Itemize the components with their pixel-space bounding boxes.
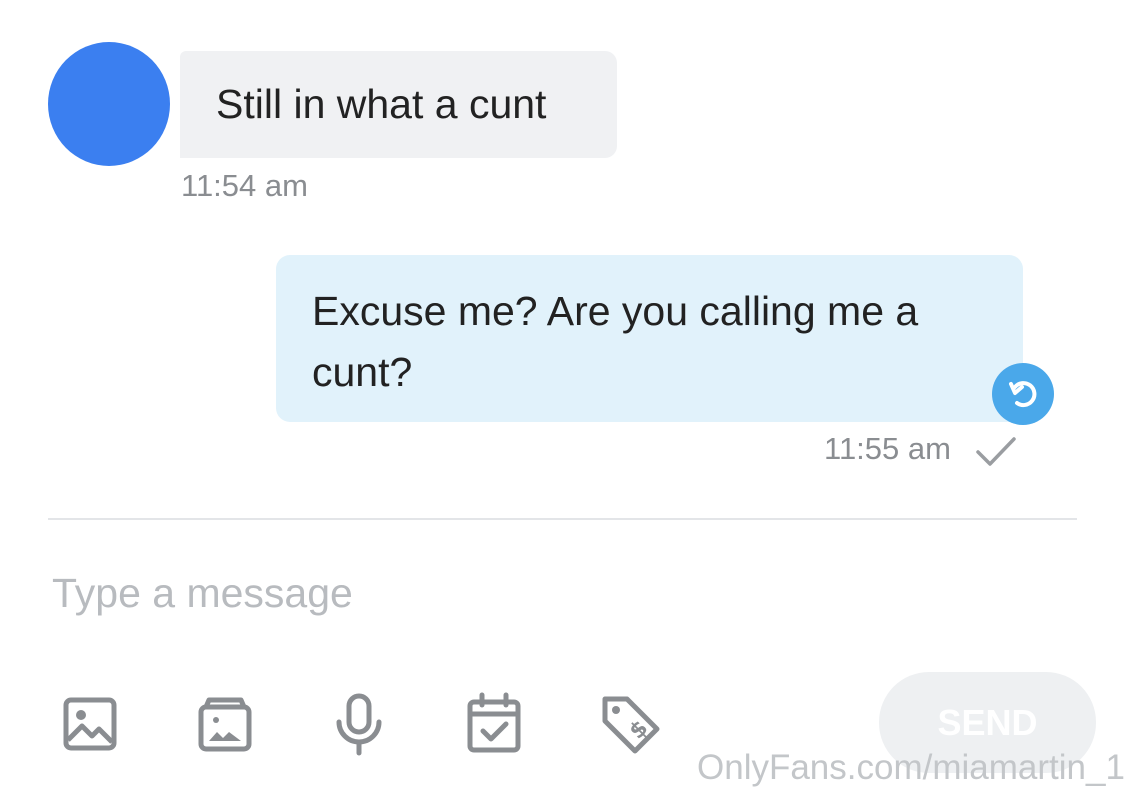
checkmark-icon	[976, 437, 1016, 466]
incoming-message-text: Still in what a cunt	[216, 81, 547, 127]
composer-divider	[48, 518, 1077, 520]
voice-message-button[interactable]	[321, 686, 397, 762]
media-vault-button[interactable]	[187, 686, 263, 762]
message-price-button[interactable]: $	[592, 686, 668, 762]
media-vault-icon	[198, 697, 252, 752]
price-tag-icon: $	[602, 696, 660, 754]
outgoing-message-bubble[interactable]: Excuse me? Are you calling me a cunt?	[276, 255, 1023, 422]
calendar-check-icon	[467, 692, 521, 753]
outgoing-message-text: Excuse me? Are you calling me a cunt?	[312, 288, 919, 395]
incoming-message-time: 11:54 am	[181, 168, 308, 203]
avatar[interactable]	[48, 42, 170, 166]
incoming-message-bubble[interactable]: Still in what a cunt	[180, 51, 617, 158]
chat-screen: Still in what a cunt 11:54 am Excuse me?…	[0, 0, 1125, 795]
microphone-icon	[336, 693, 382, 756]
undo-button[interactable]	[992, 363, 1054, 425]
outgoing-message-time: 11:55 am	[824, 431, 951, 466]
message-input[interactable]	[52, 560, 1072, 626]
image-icon	[63, 697, 117, 751]
undo-icon	[1009, 381, 1037, 408]
schedule-message-button[interactable]	[456, 686, 532, 762]
add-image-button[interactable]	[52, 686, 128, 762]
watermark: OnlyFans.com/miamartin_1	[697, 748, 1125, 787]
